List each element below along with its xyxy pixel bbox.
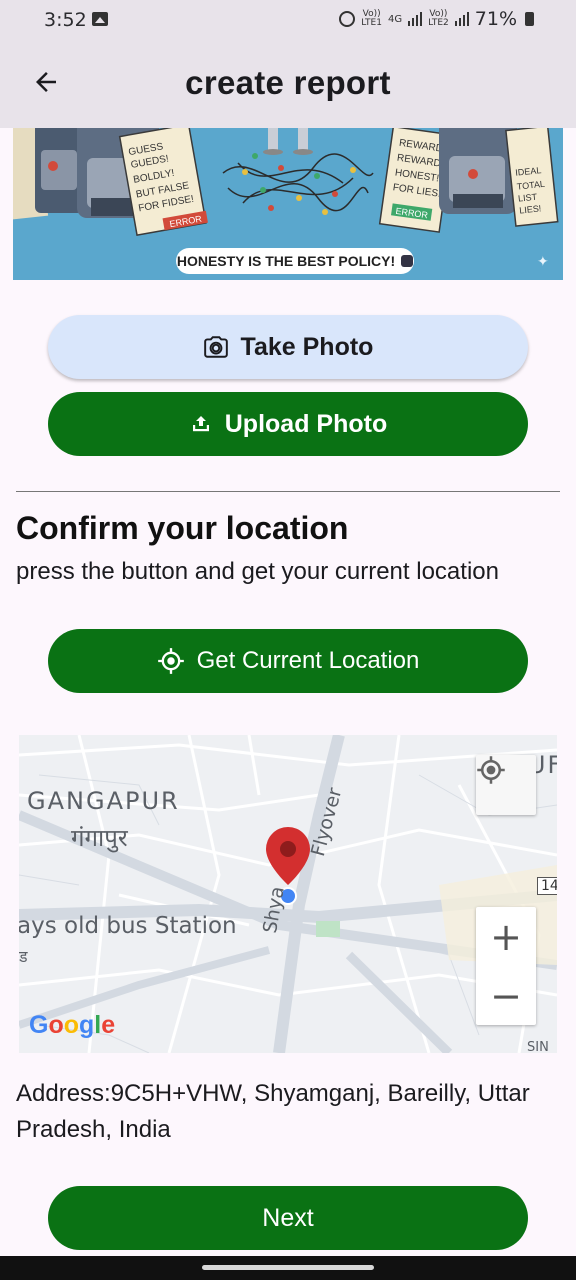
zoom-out-button[interactable]: − bbox=[476, 966, 536, 1025]
map-label-bus-station-hindi: ड bbox=[19, 947, 28, 966]
signal-2-icon bbox=[454, 12, 469, 26]
map-label-area: GANGAPUR bbox=[27, 787, 180, 815]
signal-1-icon bbox=[408, 12, 423, 26]
network-type: 4G bbox=[387, 13, 403, 25]
google-logo: Google bbox=[29, 1011, 116, 1039]
gps-icon bbox=[157, 648, 184, 674]
sparkle-icon: ✦ bbox=[537, 253, 549, 269]
network-2-tag: Vo)) LTE2 bbox=[428, 9, 449, 28]
status-bar: 3:52 Vo)) LTE1 4G Vo)) LTE2 71% bbox=[0, 0, 576, 40]
map-label-bus-station: ays old bus Station bbox=[19, 913, 237, 939]
get-current-location-button[interactable]: Get Current Location bbox=[48, 629, 528, 693]
location-subtitle: press the button and get your current lo… bbox=[16, 558, 499, 585]
section-divider bbox=[16, 491, 560, 492]
battery-percent: 71% bbox=[474, 8, 517, 30]
battery-icon bbox=[525, 12, 534, 26]
map-view[interactable]: GANGAPUR गंगापुर ays old bus Station ड S… bbox=[19, 735, 557, 1053]
take-photo-button[interactable]: Take Photo bbox=[48, 315, 528, 379]
address-text: Address:9C5H+VHW, Shyamganj, Bareilly, U… bbox=[16, 1080, 530, 1143]
next-button[interactable]: Next bbox=[48, 1186, 528, 1250]
camera-icon bbox=[203, 336, 228, 358]
crosshair-icon bbox=[477, 756, 505, 784]
gallery-notification-icon bbox=[92, 12, 108, 26]
home-handle[interactable] bbox=[202, 1265, 374, 1270]
banner-caption: HONESTY IS THE BEST POLICY! bbox=[176, 248, 414, 274]
upload-photo-button[interactable]: Upload Photo bbox=[48, 392, 528, 456]
upload-icon bbox=[192, 416, 209, 432]
map-label-area-hindi: गंगापुर bbox=[71, 824, 128, 852]
map-label-bottom-right: SIN bbox=[527, 1040, 549, 1053]
system-nav-bar bbox=[0, 1256, 576, 1280]
my-location-button[interactable] bbox=[476, 755, 536, 815]
badge-icon bbox=[401, 255, 414, 267]
map-route-badge: 14 bbox=[537, 877, 557, 895]
zoom-in-button[interactable]: + bbox=[476, 907, 536, 966]
upload-photo-label: Upload Photo bbox=[224, 409, 388, 438]
next-label: Next bbox=[262, 1203, 314, 1232]
app-bar: create report bbox=[0, 40, 576, 128]
location-title: Confirm your location bbox=[16, 510, 349, 546]
status-time: 3:52 bbox=[44, 9, 87, 31]
network-1-tag: Vo)) LTE1 bbox=[361, 9, 382, 28]
zoom-controls: + − bbox=[476, 907, 536, 1025]
get-location-label: Get Current Location bbox=[196, 647, 420, 674]
page-title: create report bbox=[185, 64, 391, 101]
status-icons: Vo)) LTE1 4G Vo)) LTE2 71% bbox=[339, 8, 534, 30]
take-photo-label: Take Photo bbox=[240, 332, 374, 361]
hotspot-icon bbox=[339, 11, 356, 27]
